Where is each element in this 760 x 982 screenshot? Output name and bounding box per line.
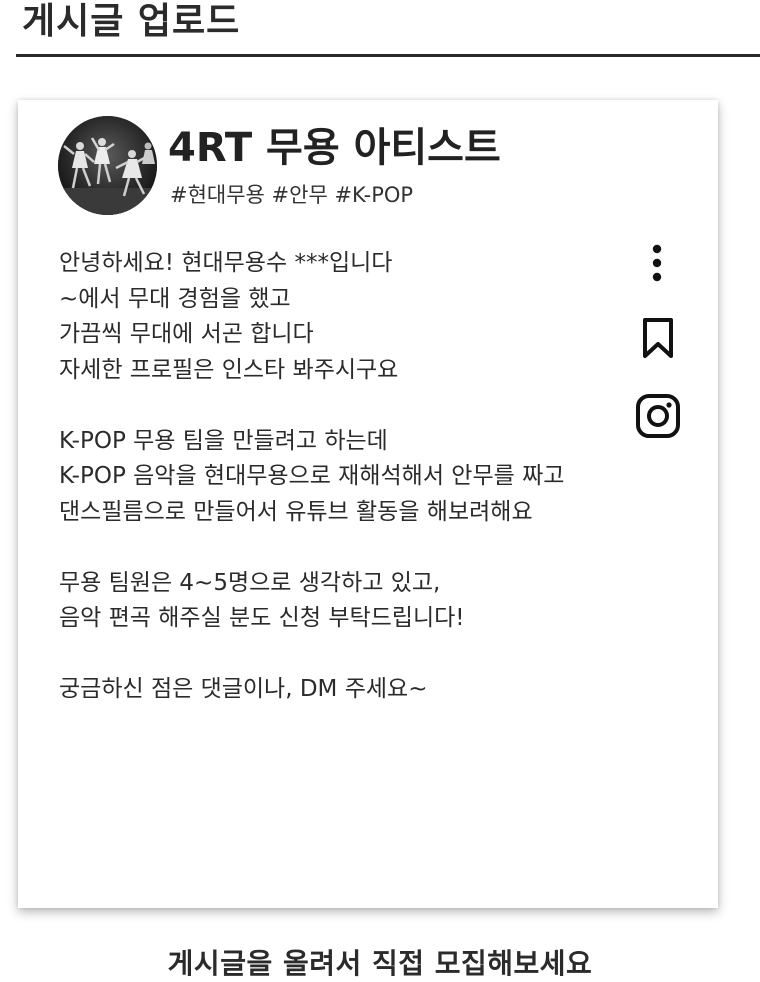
profile-avatar[interactable]: [58, 116, 157, 215]
instagram-icon: [636, 394, 680, 438]
post-body-line: K-POP 음악을 현대무용으로 재해석해서 안무를 짜고: [59, 463, 565, 489]
bottom-caption: 게시글을 올려서 직접 모집해보세요: [167, 947, 593, 980]
post-body-line: 안녕하세요! 현대무용수 ***입니다: [59, 250, 393, 276]
post-body-line: 음악 편곡 해주실 분도 신청 부탁드립니다!: [59, 605, 465, 631]
title-divider: [16, 54, 760, 57]
post-body-line: 가끔씩 무대에 서곤 합니다: [59, 321, 314, 347]
post-body-line: 궁금하신 점은 댓글이나, DM 주세요~: [59, 676, 428, 702]
post-body-line: ~에서 무대 경험을 했고: [59, 285, 291, 312]
bookmark-button[interactable]: [638, 314, 678, 362]
post-body-line: 댄스필름으로 만들어서 유튜브 활동을 해보려해요: [59, 498, 533, 525]
profile-hashtags: #현대무용 #안무 #K-POP: [170, 183, 414, 207]
upload-screen: 게시글 업로드 4RT 무용 아티스트 #현대무용 #안무 #K-POP 안녕하…: [0, 0, 760, 982]
page-title: 게시글 업로드: [22, 1, 241, 42]
post-body-line: 무용 팀원은 4~5명으로 생각하고 있고,: [59, 569, 441, 596]
post-body: 안녕하세요! 현대무용수 ***입니다 ~에서 무대 경험을 했고가끔씩 무대에 …: [59, 246, 659, 708]
post-body-line: K-POP 무용 팀을 만들려고 하는데: [59, 427, 388, 454]
profile-name[interactable]: 4RT 무용 아티스트: [168, 122, 501, 174]
more-options-button[interactable]: [642, 240, 672, 286]
dancers-photo-icon: [58, 116, 157, 215]
bookmark-icon: [643, 318, 673, 358]
more-vertical-icon: [652, 244, 662, 282]
post-card: 4RT 무용 아티스트 #현대무용 #안무 #K-POP 안녕하세요! 현대무용…: [18, 100, 718, 908]
post-body-line: 자세한 프로필은 인스타 봐주시구요: [59, 356, 399, 383]
instagram-button[interactable]: [634, 392, 682, 440]
